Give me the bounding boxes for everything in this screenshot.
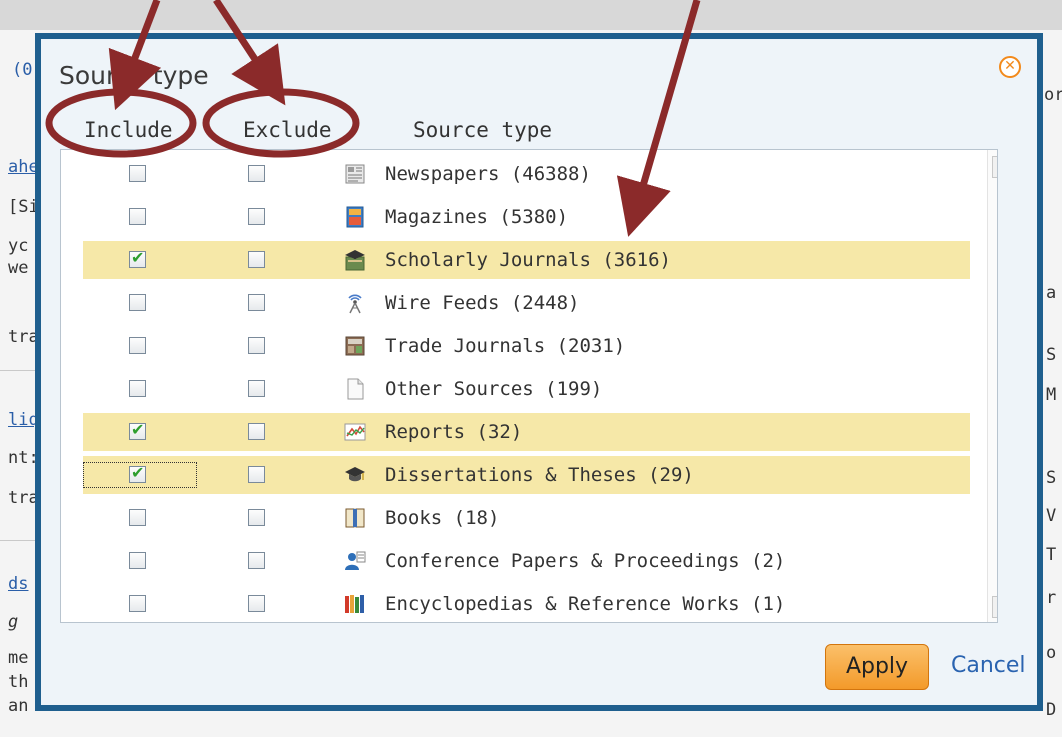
scroll-down-icon[interactable]: ▼ (992, 596, 997, 618)
encyclopedia-icon (344, 593, 366, 615)
trade-journal-icon (344, 335, 366, 357)
exclude-checkbox[interactable] (248, 165, 265, 182)
background-text: r (1046, 588, 1057, 608)
scroll-up-icon[interactable]: ▲ (992, 156, 997, 178)
exclude-checkbox[interactable] (248, 294, 265, 311)
source-type-label: Scholarly Journals (3616) (385, 249, 671, 271)
checkmark-icon: ✔ (131, 248, 145, 267)
close-icon[interactable]: ✕ (999, 56, 1021, 78)
background-text: T (1046, 545, 1057, 565)
list-item[interactable]: Wire Feeds (2448) (61, 284, 951, 322)
background-text: S (1046, 468, 1057, 488)
exclude-checkbox[interactable] (248, 423, 265, 440)
include-checkbox[interactable]: ✔ (129, 248, 146, 268)
background-text: S (1046, 345, 1057, 365)
magazine-icon (344, 206, 366, 228)
document-icon (344, 378, 366, 400)
column-header-exclude: Exclude (243, 118, 332, 142)
exclude-checkbox[interactable] (248, 337, 265, 354)
wire-feed-icon (344, 292, 366, 314)
row-highlight (83, 413, 970, 451)
checkmark-icon: ✔ (131, 463, 145, 482)
list-item[interactable]: Books (18) (61, 499, 951, 537)
background-divider (0, 370, 40, 371)
include-checkbox[interactable] (129, 294, 146, 311)
source-type-label: Books (18) (385, 507, 500, 529)
background-text: or (1044, 85, 1062, 105)
background-top-bar (0, 0, 1062, 30)
background-divider (0, 540, 40, 541)
list-item[interactable]: ✔ Scholarly Journals (3616) (61, 241, 970, 279)
background-text: a (1046, 283, 1057, 303)
source-type-label: Newspapers (46388) (385, 163, 591, 185)
list-item[interactable]: Trade Journals (2031) (61, 327, 951, 365)
include-checkbox[interactable] (129, 165, 146, 182)
list-item[interactable]: Magazines (5380) (61, 198, 951, 236)
background-text: (0 (12, 60, 33, 80)
background-text: D (1046, 700, 1057, 720)
scholarly-journal-icon (344, 249, 366, 271)
newspaper-icon (344, 163, 366, 185)
apply-button[interactable]: Apply (825, 644, 929, 690)
graduation-cap-icon (344, 464, 366, 486)
column-header-include: Include (84, 118, 173, 142)
checkmark-icon: ✔ (131, 420, 145, 439)
list-item[interactable]: Encyclopedias & Reference Works (1) (61, 585, 951, 622)
report-chart-icon (344, 421, 366, 443)
source-type-label: Other Sources (199) (385, 378, 603, 400)
source-type-label: Dissertations & Theses (29) (385, 464, 694, 486)
conference-icon (344, 550, 366, 572)
background-text: me (8, 648, 29, 668)
background-text: we (8, 258, 29, 278)
source-type-label: Reports (32) (385, 421, 523, 443)
list-item[interactable]: ✔ Reports (32) (61, 413, 970, 451)
exclude-checkbox[interactable] (248, 208, 265, 225)
background-text: th (8, 672, 29, 692)
list-scrollbar[interactable]: ▲ ▼ (987, 150, 997, 622)
background-text: an (8, 696, 29, 716)
source-type-dialog: Source type ✕ Include Exclude Source typ… (35, 33, 1043, 711)
list-item[interactable]: Newspapers (46388) (61, 155, 951, 193)
list-item[interactable]: Conference Papers & Proceedings (2) (61, 542, 951, 580)
background-link[interactable]: ds (8, 574, 28, 594)
source-type-list: Newspapers (46388) Magazines (5380) ✔ Schol… (60, 149, 998, 623)
book-icon (344, 507, 366, 529)
source-type-label: Encyclopedias & Reference Works (1) (385, 593, 786, 615)
background-text: V (1046, 506, 1057, 526)
column-header-source-type: Source type (413, 118, 553, 142)
exclude-checkbox[interactable] (248, 466, 265, 483)
source-type-label: Magazines (5380) (385, 206, 569, 228)
source-type-label: Wire Feeds (2448) (385, 292, 580, 314)
include-checkbox[interactable] (129, 509, 146, 526)
background-text: M (1046, 385, 1057, 405)
include-checkbox[interactable] (129, 337, 146, 354)
exclude-checkbox[interactable] (248, 552, 265, 569)
include-checkbox[interactable] (129, 380, 146, 397)
background-text: yc (8, 236, 29, 256)
list-item[interactable]: Other Sources (199) (61, 370, 951, 408)
exclude-checkbox[interactable] (248, 595, 265, 612)
dialog-title: Source type (59, 61, 209, 90)
list-item[interactable]: ✔ Dissertations & Theses (29) (61, 456, 970, 494)
cancel-button[interactable]: Cancel (951, 653, 1026, 678)
exclude-checkbox[interactable] (248, 380, 265, 397)
include-checkbox[interactable]: ✔ (129, 420, 146, 440)
exclude-checkbox[interactable] (248, 509, 265, 526)
background-text: g (8, 612, 19, 632)
include-checkbox[interactable]: ✔ (129, 463, 146, 483)
include-checkbox[interactable] (129, 595, 146, 612)
exclude-checkbox[interactable] (248, 251, 265, 268)
background-text: o (1046, 643, 1057, 663)
include-checkbox[interactable] (129, 208, 146, 225)
source-type-label: Trade Journals (2031) (385, 335, 626, 357)
include-checkbox[interactable] (129, 552, 146, 569)
source-type-label: Conference Papers & Proceedings (2) (385, 550, 786, 572)
